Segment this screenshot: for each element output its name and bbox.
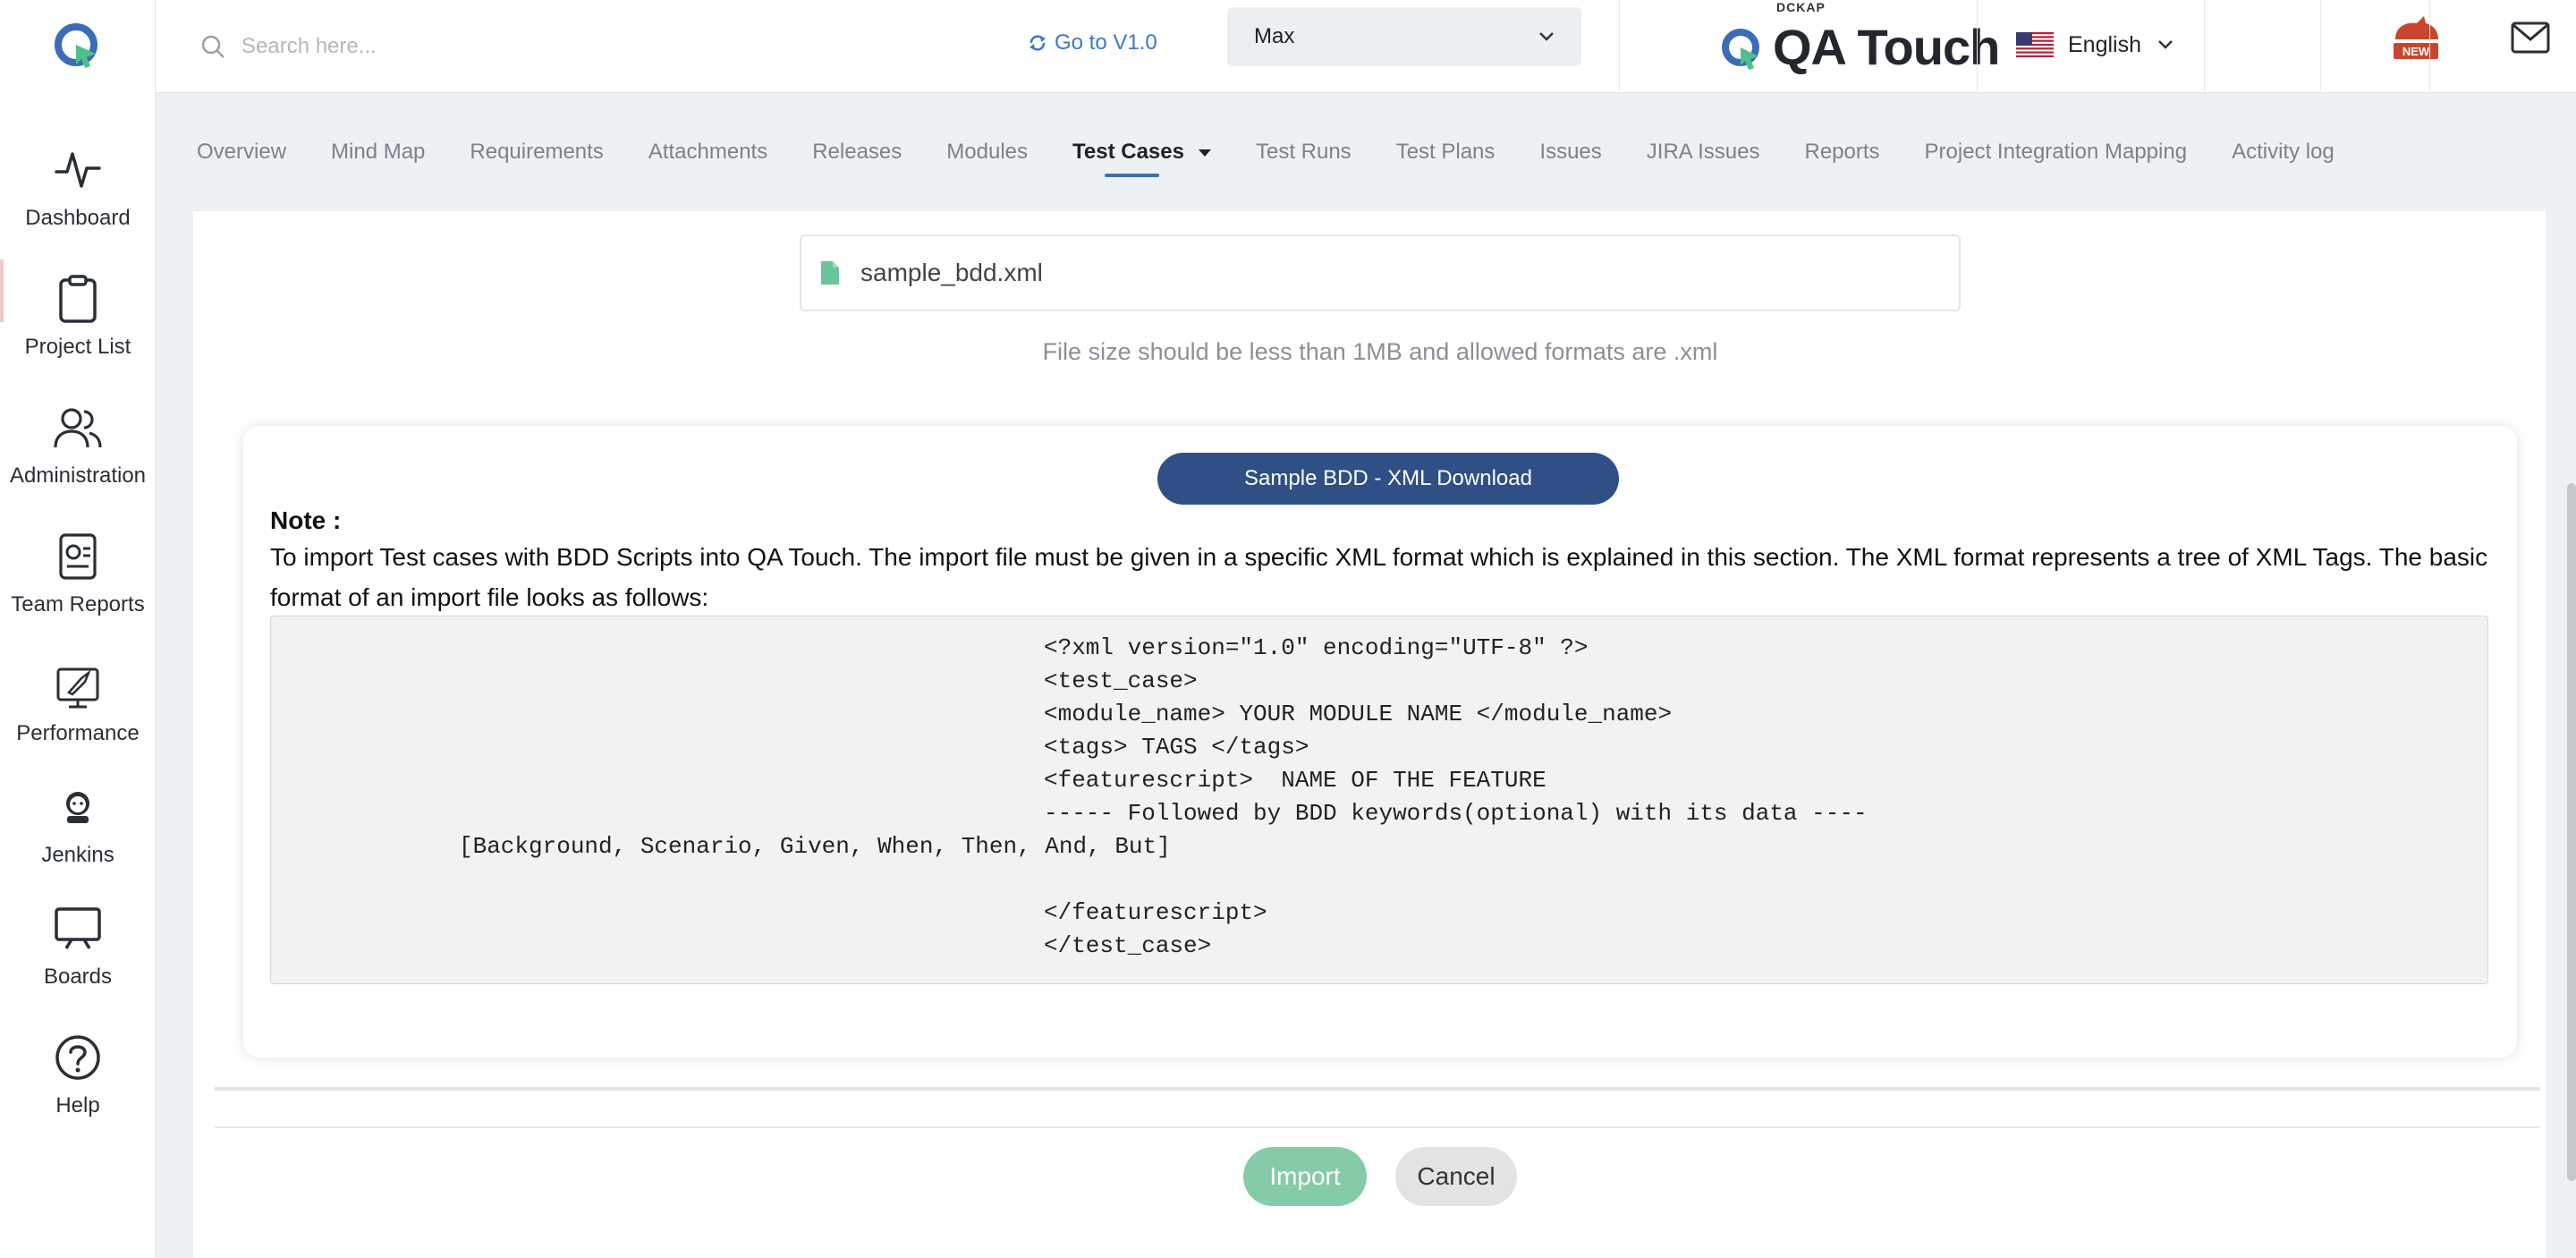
search-icon — [201, 35, 225, 58]
language-selector[interactable]: English — [2016, 20, 2174, 70]
sidebar-item-performance[interactable]: Performance — [0, 659, 156, 746]
sidebar-item-label: Team Reports — [11, 592, 145, 616]
code-line: <?xml version="1.0" encoding="UTF-8" ?> — [1044, 634, 1589, 661]
tab-attachments[interactable]: Attachments — [648, 140, 767, 165]
scrollbar[interactable] — [2567, 483, 2576, 1181]
divider — [1619, 0, 1620, 93]
project-tabs: Overview Mind Map Requirements Attachmen… — [156, 116, 2379, 188]
chevron-down-icon — [1539, 32, 1554, 41]
help-icon — [51, 1031, 105, 1084]
brand-logo: DCKAP QA Touch — [1721, 0, 2000, 93]
sidebar-item-dashboard[interactable]: Dashboard — [0, 143, 156, 231]
goto-label: Go to V1.0 — [1055, 30, 1157, 55]
brand-top-text: DCKAP — [1776, 0, 1826, 14]
sidebar-item-label: Jenkins — [41, 843, 114, 867]
caret-down-icon — [1198, 149, 1211, 157]
code-line: <tags> TAGS </tags> — [1044, 734, 1309, 761]
tab-reports[interactable]: Reports — [1805, 140, 1880, 165]
tab-jira-issues[interactable]: JIRA Issues — [1647, 140, 1760, 165]
note-text: To import Test cases with BDD Scripts in… — [270, 543, 2488, 611]
section-divider — [215, 1126, 2540, 1128]
file-icon — [821, 261, 839, 285]
sidebar-item-label: Administration — [9, 463, 147, 488]
divider — [2204, 0, 2205, 93]
file-name: sample_bdd.xml — [860, 259, 1043, 286]
tab-test-cases[interactable]: Test Cases — [1072, 140, 1211, 177]
note-card: Sample BDD - XML Download Note : To impo… — [243, 426, 2517, 1058]
sample-download-button[interactable]: Sample BDD - XML Download — [1157, 453, 1619, 505]
code-line: </featurescript> — [1044, 899, 1267, 926]
users-icon — [51, 401, 105, 455]
goto-v1-link[interactable]: Go to V1.0 — [1028, 21, 1157, 64]
mail-icon[interactable] — [2510, 20, 2551, 55]
code-line: <module_name> YOUR MODULE NAME </module_… — [1044, 701, 1673, 727]
brand-name: QA Touch — [1773, 18, 2000, 75]
divider — [2429, 0, 2430, 93]
sidebar-item-label: Help — [55, 1093, 100, 1118]
sidebar-item-jenkins[interactable]: Jenkins — [0, 780, 156, 868]
sidebar-item-boards[interactable]: Boards — [0, 902, 156, 990]
report-icon — [51, 530, 105, 583]
sidebar-item-team-reports[interactable]: Team Reports — [0, 530, 156, 617]
section-divider — [215, 1087, 2540, 1091]
sidebar-item-project-list[interactable]: Project List — [0, 272, 156, 360]
sidebar-item-label: Boards — [43, 965, 113, 989]
divider — [2320, 0, 2321, 93]
board-icon — [51, 902, 105, 956]
sidebar-item-label: Performance — [16, 721, 140, 745]
sidebar-item-label: Dashboard — [25, 206, 131, 230]
selected-file-field[interactable]: sample_bdd.xml — [800, 234, 1961, 311]
qa-touch-logo-icon — [1722, 29, 1759, 70]
tab-releases[interactable]: Releases — [812, 140, 902, 165]
note-title: Note : — [270, 506, 342, 534]
code-line: </test_case> — [1044, 932, 1212, 959]
search-box[interactable] — [200, 18, 665, 75]
sidebar-item-help[interactable]: Help — [0, 1031, 156, 1118]
top-bar: Go to V1.0 Max DCKAP QA Touch English NE… — [156, 0, 2576, 93]
project-select[interactable]: Max — [1227, 7, 1581, 66]
cancel-button[interactable]: Cancel — [1395, 1147, 1517, 1206]
chevron-down-icon — [2158, 40, 2173, 49]
refresh-icon — [1030, 35, 1046, 51]
tab-project-integration-mapping[interactable]: Project Integration Mapping — [1925, 140, 2188, 165]
code-line: [Background, Scenario, Given, When, Then… — [459, 833, 1171, 860]
code-line: <test_case> — [1044, 667, 1198, 694]
import-button[interactable]: Import — [1243, 1147, 1367, 1206]
code-line: <featurescript> NAME OF THE FEATURE — [1044, 767, 1546, 794]
us-flag-icon — [2016, 32, 2054, 57]
code-line: ----- Followed by BDD keywords(optional)… — [1044, 800, 1868, 827]
file-size-hint: File size should be less than 1MB and al… — [1042, 338, 1718, 365]
tab-issues[interactable]: Issues — [1539, 140, 1601, 165]
new-badge-text: NEW — [2402, 45, 2430, 58]
rocket-icon — [51, 659, 105, 712]
search-input[interactable] — [242, 34, 635, 59]
tab-requirements[interactable]: Requirements — [470, 140, 603, 165]
tab-modules[interactable]: Modules — [946, 140, 1028, 165]
divider — [1977, 0, 1978, 93]
qa-touch-logo-icon — [55, 23, 97, 68]
sidebar: Dashboard Project List Administration Te… — [0, 0, 156, 1258]
tab-activity-log[interactable]: Activity log — [2232, 140, 2334, 165]
tab-mind-map[interactable]: Mind Map — [331, 140, 425, 165]
tab-test-runs[interactable]: Test Runs — [1256, 140, 1352, 165]
project-select-value: Max — [1254, 24, 1295, 48]
activity-icon — [51, 143, 105, 197]
clipboard-icon — [51, 272, 105, 326]
xml-sample-code: <?xml version="1.0" encoding="UTF-8" ?> … — [270, 616, 2488, 984]
tab-test-plans[interactable]: Test Plans — [1396, 140, 1496, 165]
jenkins-icon — [51, 780, 105, 834]
app-logo[interactable] — [0, 0, 156, 93]
tab-test-cases-label: Test Cases — [1072, 140, 1184, 164]
tab-overview[interactable]: Overview — [197, 140, 286, 165]
sidebar-item-label: Project List — [24, 335, 131, 359]
sidebar-item-administration[interactable]: Administration — [0, 401, 156, 489]
language-label: English — [2068, 31, 2141, 57]
whats-new-badge[interactable]: NEW — [2390, 13, 2442, 63]
rhino-new-icon: NEW — [2394, 16, 2438, 59]
